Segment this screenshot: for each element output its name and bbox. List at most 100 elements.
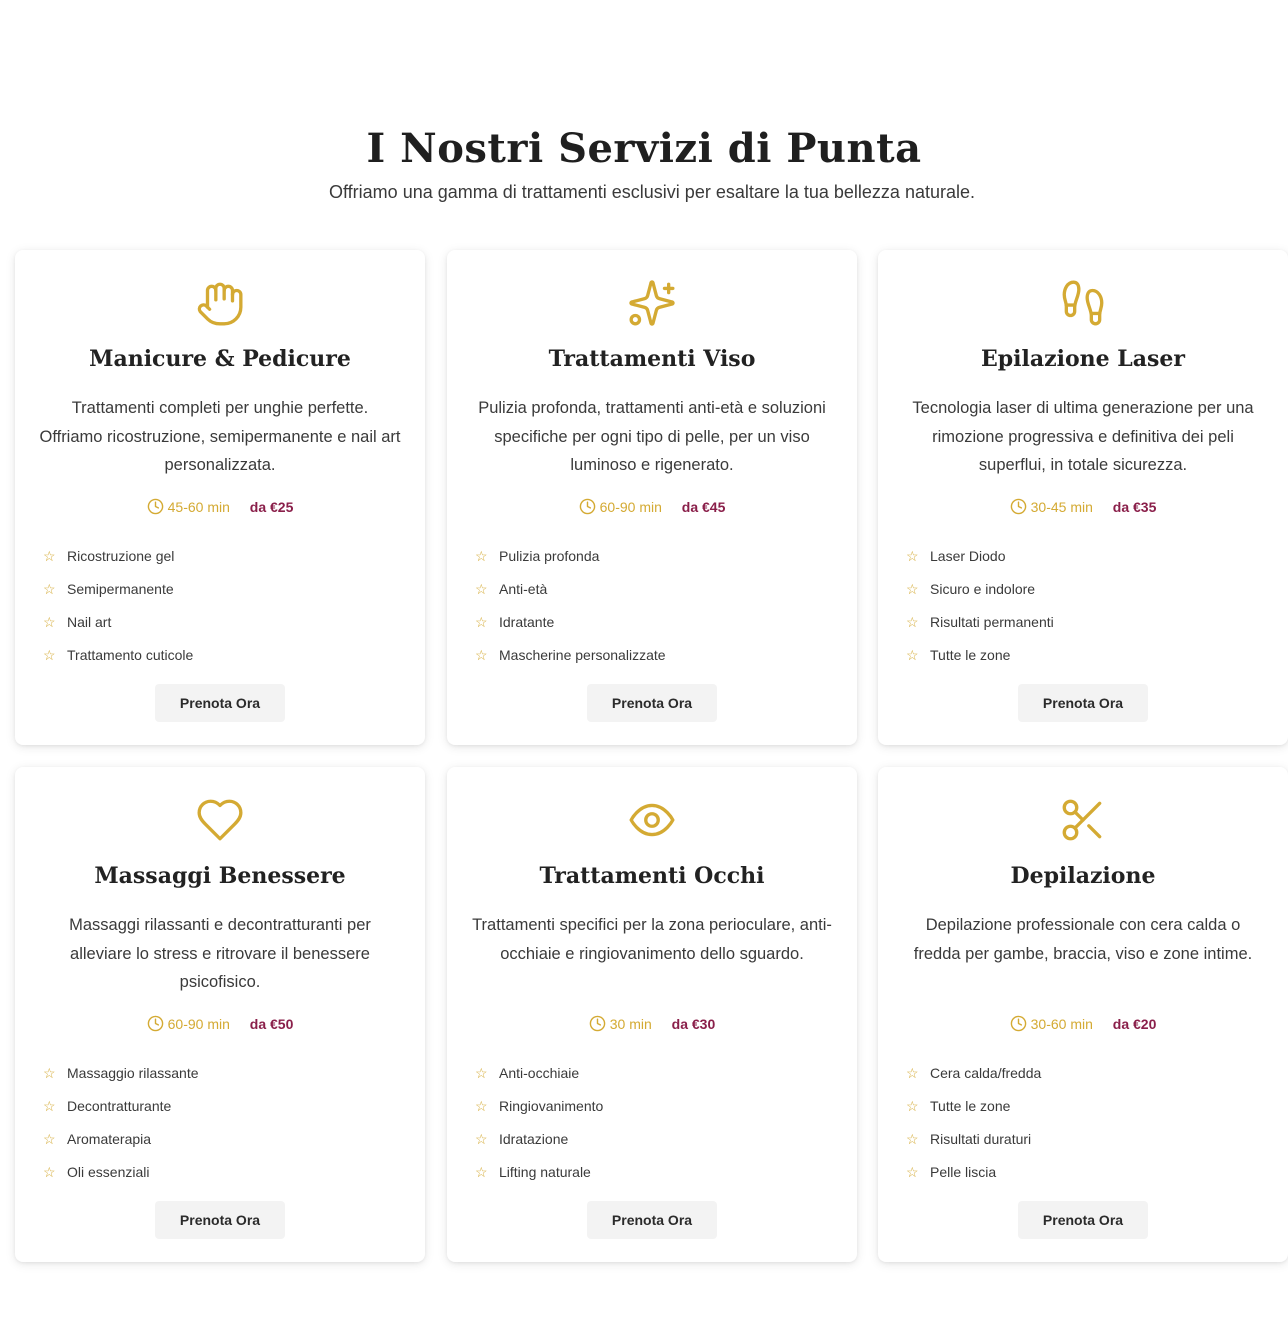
service-title: Depilazione <box>1010 863 1156 889</box>
feature-label: Nail art <box>67 613 112 630</box>
service-meta: 30-60 min da €20 <box>878 1015 1288 1032</box>
duration-label: 30-60 min <box>1030 1016 1093 1032</box>
feature-item: ☆ Cera calda/fredda <box>906 1056 1266 1089</box>
clock-icon <box>579 498 600 515</box>
service-card-trattamenti-viso: Trattamenti Viso Pulizia profonda, tratt… <box>447 250 857 745</box>
feature-label: Decontratturante <box>67 1097 172 1114</box>
feature-item: ☆ Ringiovanimento <box>475 1089 835 1122</box>
service-description: Trattamenti specifici per la zona perioc… <box>472 916 832 963</box>
feature-list: ☆ Massaggio rilassante ☆ Decontratturante ☆ A… <box>43 1056 403 1188</box>
duration-label: 30 min <box>609 1016 652 1032</box>
duration-label: 30-45 min <box>1030 499 1093 515</box>
service-meta: 60-90 min da €45 <box>447 498 857 515</box>
star-icon: ☆ <box>475 580 488 597</box>
service-title: Massaggi Benessere <box>94 863 346 889</box>
price-label: da €25 <box>249 499 294 515</box>
feature-label: Idratazione <box>499 1130 569 1147</box>
duration: 60-90 min <box>147 1015 230 1032</box>
feature-item: ☆ Semipermanente <box>43 572 403 605</box>
feature-list: ☆ Anti-occhiaie ☆ Ringiovanimento ☆ Idratazio… <box>475 1056 835 1188</box>
feature-label: Mascherine personalizzate <box>499 646 666 663</box>
feature-label: Trattamento cuticole <box>67 646 194 663</box>
star-icon: ☆ <box>43 613 56 630</box>
star-icon: ☆ <box>43 1064 56 1081</box>
book-now-button[interactable]: Prenota Ora <box>1018 684 1148 722</box>
clock-icon <box>1010 498 1031 515</box>
book-now-button[interactable]: Prenota Ora <box>155 1201 285 1239</box>
star-icon: ☆ <box>475 613 488 630</box>
feature-item: ☆ Mascherine personalizzate <box>475 638 835 671</box>
feature-item: ☆ Trattamento cuticole <box>43 638 403 671</box>
price-label: da €50 <box>249 1016 294 1032</box>
feature-label: Anti-occhiaie <box>499 1064 580 1081</box>
star-icon: ☆ <box>906 1064 919 1081</box>
feature-label: Lifting naturale <box>499 1163 591 1180</box>
feature-label: Ricostruzione gel <box>67 547 175 564</box>
feature-label: Semipermanente <box>67 580 174 597</box>
feature-label: Tutte le zone <box>930 646 1011 663</box>
duration: 30-45 min <box>1010 498 1093 515</box>
feature-item: ☆ Tutte le zone <box>906 1089 1266 1122</box>
price-label: da €30 <box>671 1016 716 1032</box>
duration: 30-60 min <box>1010 1015 1093 1032</box>
service-card-massaggi-benessere: Massaggi Benessere Massaggi rilassanti e… <box>15 767 425 1262</box>
star-icon: ☆ <box>43 580 56 597</box>
feature-item: ☆ Risultati duraturi <box>906 1122 1266 1155</box>
price-label: da €20 <box>1112 1016 1157 1032</box>
service-meta: 60-90 min da €50 <box>15 1015 425 1032</box>
feature-label: Massaggio rilassante <box>67 1064 199 1081</box>
price-label: da €45 <box>681 499 726 515</box>
clock-icon <box>147 498 168 515</box>
star-icon: ☆ <box>475 646 488 663</box>
feature-label: Laser Diodo <box>930 547 1006 564</box>
clock-icon <box>1010 1015 1031 1032</box>
star-icon: ☆ <box>43 547 56 564</box>
footprints-icon <box>1058 278 1108 328</box>
star-icon: ☆ <box>906 580 919 597</box>
feature-label: Cera calda/fredda <box>930 1064 1042 1081</box>
feature-label: Pulizia profonda <box>499 547 600 564</box>
feature-item: ☆ Anti-occhiaie <box>475 1056 835 1089</box>
feature-list: ☆ Laser Diodo ☆ Sicuro e indolore ☆ Risultati… <box>906 539 1266 671</box>
feature-list: ☆ Pulizia profonda ☆ Anti-età ☆ Idratante ☆ Mas… <box>475 539 835 671</box>
star-icon: ☆ <box>475 1064 488 1081</box>
feature-label: Oli essenziali <box>67 1163 150 1180</box>
book-now-button[interactable]: Prenota Ora <box>155 684 285 722</box>
clock-icon <box>589 1015 610 1032</box>
feature-label: Risultati permanenti <box>930 613 1054 630</box>
feature-list: ☆ Cera calda/fredda ☆ Tutte le zone ☆ Risulta… <box>906 1056 1266 1188</box>
feature-label: Tutte le zone <box>930 1097 1011 1114</box>
service-meta: 30-45 min da €35 <box>878 498 1288 515</box>
service-card-epilazione-laser: Epilazione Laser Tecnologia laser di ult… <box>878 250 1288 745</box>
book-now-button[interactable]: Prenota Ora <box>1018 1201 1148 1239</box>
feature-label: Pelle liscia <box>930 1163 997 1180</box>
feature-label: Sicuro e indolore <box>930 580 1036 597</box>
feature-item: ☆ Risultati permanenti <box>906 605 1266 638</box>
feature-item: ☆ Lifting naturale <box>475 1155 835 1188</box>
service-meta: 45-60 min da €25 <box>15 498 425 515</box>
star-icon: ☆ <box>43 1130 56 1147</box>
star-icon: ☆ <box>43 1163 56 1180</box>
duration: 30 min <box>589 1015 652 1032</box>
scissors-icon <box>1058 795 1108 845</box>
feature-item: ☆ Pelle liscia <box>906 1155 1266 1188</box>
star-icon: ☆ <box>906 1097 919 1114</box>
service-title: Trattamenti Occhi <box>539 863 765 889</box>
star-icon: ☆ <box>906 1163 919 1180</box>
star-icon: ☆ <box>475 1130 488 1147</box>
service-meta: 30 min da €30 <box>447 1015 857 1032</box>
star-icon: ☆ <box>906 646 919 663</box>
service-title: Trattamenti Viso <box>548 346 756 372</box>
hand-icon <box>195 278 245 328</box>
feature-item: ☆ Laser Diodo <box>906 539 1266 572</box>
duration-label: 60-90 min <box>167 1016 230 1032</box>
star-icon: ☆ <box>475 1097 488 1114</box>
book-now-button[interactable]: Prenota Ora <box>587 684 717 722</box>
feature-label: Ringiovanimento <box>499 1097 604 1114</box>
feature-list: ☆ Ricostruzione gel ☆ Semipermanente ☆ Nail a… <box>43 539 403 671</box>
duration: 45-60 min <box>147 498 230 515</box>
book-now-button[interactable]: Prenota Ora <box>587 1201 717 1239</box>
service-title: Manicure & Pedicure <box>89 346 351 372</box>
duration-label: 45-60 min <box>167 499 230 515</box>
clock-icon <box>147 1015 168 1032</box>
